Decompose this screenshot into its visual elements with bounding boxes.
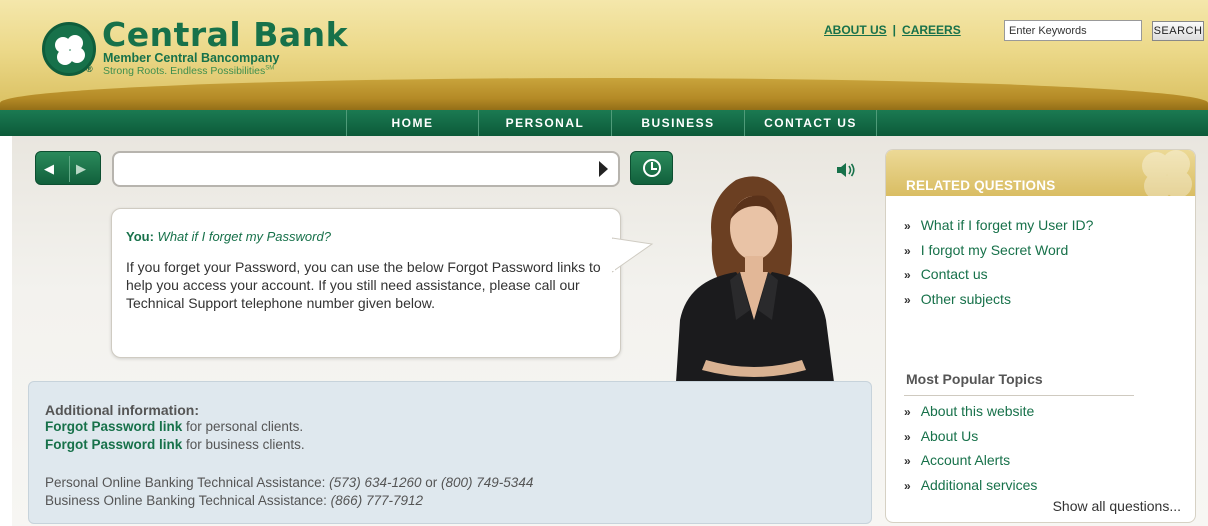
show-all-questions-link[interactable]: Show all questions...	[1053, 498, 1181, 514]
nav-home[interactable]: HOME	[346, 110, 478, 136]
bubble-tail	[612, 237, 654, 273]
related-questions-title: RELATED QUESTIONS	[906, 178, 1056, 193]
back-arrow-icon[interactable]: ◀	[44, 161, 54, 177]
main-nav: HOME PERSONAL BUSINESS CONTACT US	[0, 110, 1208, 136]
virtual-assistant-avatar	[676, 176, 834, 382]
popular-topics-title: Most Popular Topics	[906, 371, 1043, 387]
related-question-item[interactable]: » I forgot my Secret Word	[904, 239, 1093, 264]
popular-topic-item[interactable]: » Account Alerts	[904, 449, 1037, 474]
popular-topics-list: » About this website » About Us » Account A…	[904, 400, 1037, 498]
user-question: You: What if I forget my Password?	[126, 229, 331, 244]
popular-topic-item[interactable]: » About Us	[904, 425, 1037, 450]
additional-info-panel: Additional information: Forgot Password …	[28, 381, 872, 524]
search-input[interactable]	[1004, 20, 1142, 41]
about-us-link[interactable]: ABOUT US	[824, 23, 887, 37]
related-question-item[interactable]: » Other subjects	[904, 288, 1093, 313]
related-questions-list: » What if I forget my User ID? » I forgot …	[904, 214, 1093, 312]
nav-business[interactable]: BUSINESS	[611, 110, 744, 136]
business-reset-line: Forgot Password link for business client…	[45, 437, 305, 452]
related-question-item[interactable]: » What if I forget my User ID?	[904, 214, 1093, 239]
additional-info-title: Additional information:	[45, 402, 199, 418]
nav-contact-us[interactable]: CONTACT US	[744, 110, 877, 136]
related-questions-panel: RELATED QUESTIONS » What if I forget my U…	[885, 149, 1196, 523]
search-button[interactable]: SEARCH	[1152, 21, 1204, 41]
careers-link[interactable]: CAREERS	[902, 23, 961, 37]
answer-navigation: ◀ ▶	[35, 151, 101, 185]
registered-mark: ®	[86, 64, 93, 74]
business-support-line: Business Online Banking Technical Assist…	[45, 493, 423, 508]
answer-bubble: You: What if I forget my Password? If yo…	[111, 208, 621, 358]
brand-name[interactable]: Central Bank	[102, 18, 348, 51]
flower-watermark-icon	[1142, 150, 1192, 200]
personal-reset-line: Forgot Password link for personal client…	[45, 419, 304, 434]
popular-topic-item[interactable]: » Additional services	[904, 474, 1037, 499]
related-questions-header: RELATED QUESTIONS	[886, 150, 1195, 200]
header-swoosh	[0, 78, 1208, 112]
question-input[interactable]	[112, 151, 620, 187]
link-separator: |	[892, 23, 897, 37]
play-icon[interactable]	[599, 161, 608, 177]
brand-tagline: Strong Roots. Endless PossibilitiesSM	[103, 65, 275, 77]
related-question-item[interactable]: » Contact us	[904, 263, 1093, 288]
site-header: ® Central Bank Member Central Bancompany…	[0, 0, 1208, 112]
top-links: ABOUT US | CAREERS	[824, 23, 961, 37]
answer-text: If you forget your Password, you can use…	[126, 259, 601, 311]
forward-arrow-icon[interactable]: ▶	[76, 161, 86, 177]
divider	[904, 395, 1134, 396]
personal-support-line: Personal Online Banking Technical Assist…	[45, 475, 534, 490]
business-forgot-password-link[interactable]: Forgot Password link	[45, 437, 182, 452]
personal-forgot-password-link[interactable]: Forgot Password link	[45, 419, 182, 434]
popular-topic-item[interactable]: » About this website	[904, 400, 1037, 425]
nav-personal[interactable]: PERSONAL	[478, 110, 611, 136]
brand-subtitle: Member Central Bancompany	[103, 51, 280, 65]
